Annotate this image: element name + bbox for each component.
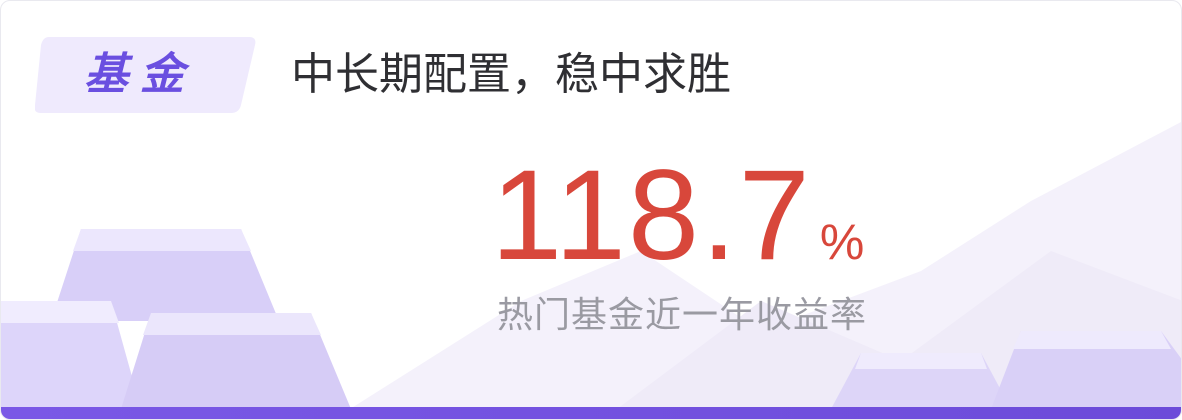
badge-label: 基金	[84, 49, 196, 100]
fund-promo-card[interactable]: 基金 中长期配置，稳中求胜 118.7% 热门基金近一年收益率	[0, 0, 1182, 420]
return-rate: 118.7%	[491, 151, 864, 281]
slogan-text: 中长期配置，稳中求胜	[291, 49, 731, 100]
return-rate-caption: 热门基金近一年收益率	[497, 295, 868, 336]
return-rate-value: 118.7	[491, 144, 812, 287]
fund-badge: 基金	[35, 37, 257, 113]
bottom-accent-bar	[1, 407, 1181, 419]
return-rate-unit: %	[819, 214, 865, 270]
gold-bars-illustration	[1, 229, 351, 409]
